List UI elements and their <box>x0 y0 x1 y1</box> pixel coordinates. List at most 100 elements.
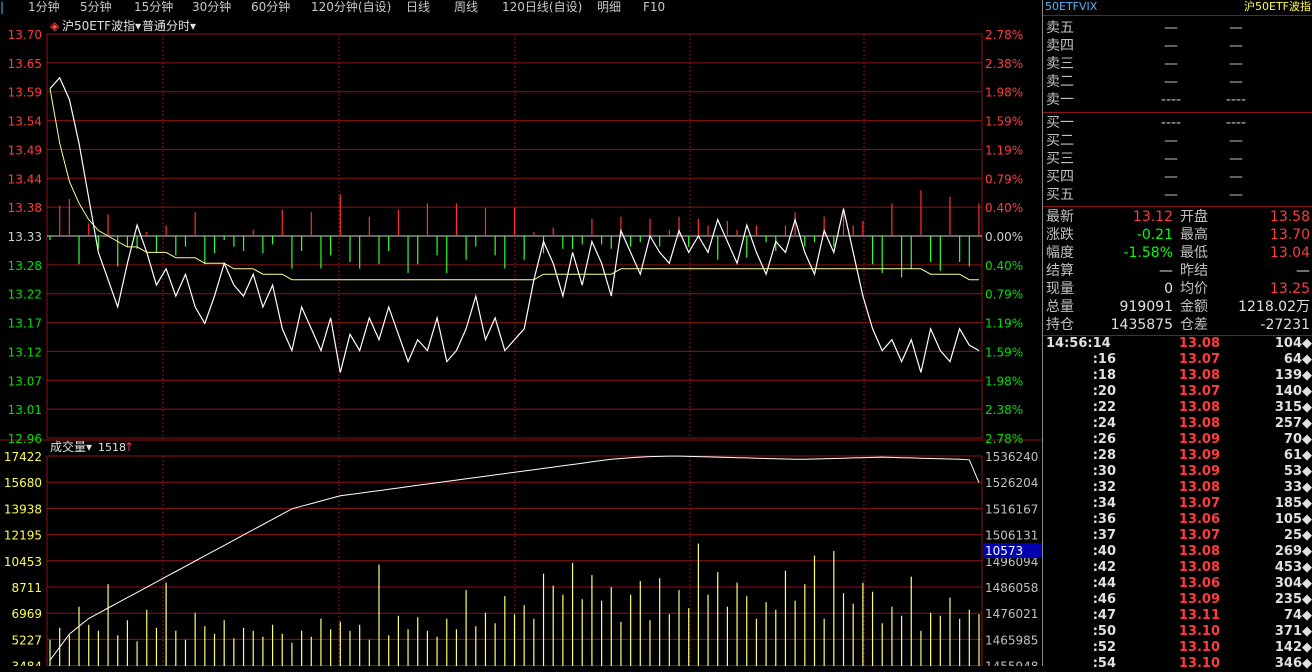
price-tick-label: 13.70 <box>8 28 42 42</box>
price-tick-label: 13.33 <box>8 230 42 244</box>
tick-row[interactable]: :40 13.08 269◆ <box>1046 544 1312 560</box>
tick-price: 13.09 <box>1178 448 1220 463</box>
order-book-row: 卖三 — — <box>1046 55 1310 73</box>
order-price: — <box>1164 187 1178 203</box>
toolbar-item-1[interactable]: 5分钟 <box>80 0 112 15</box>
tick-volume: 257◆ <box>1274 416 1312 431</box>
pct-tick-label: 2.78% <box>985 432 1023 446</box>
order-book-row: 卖一 ---- ---- <box>1046 91 1310 109</box>
pct-tick-label: 2.78% <box>985 28 1023 42</box>
stat-label: 最低 <box>1180 245 1208 261</box>
tick-volume: 371◆ <box>1274 624 1312 639</box>
tick-volume: 74◆ <box>1283 608 1312 623</box>
tick-row[interactable]: :18 13.08 139◆ <box>1046 368 1312 384</box>
order-level-label: 买五 <box>1046 187 1074 203</box>
tick-price: 13.08 <box>1178 368 1220 383</box>
tick-row[interactable]: :36 13.06 105◆ <box>1046 512 1312 528</box>
tick-row[interactable]: :16 13.07 64◆ <box>1046 352 1312 368</box>
stat-value: 1218.02万 <box>1238 299 1310 315</box>
order-price: — <box>1164 20 1178 36</box>
price-tick-label: 13.59 <box>8 86 42 100</box>
tick-time: :42 <box>1092 560 1116 575</box>
tick-row[interactable]: :52 13.10 142◆ <box>1046 640 1312 656</box>
order-book-row: 买五 — — <box>1046 186 1310 204</box>
tick-time: :32 <box>1092 480 1116 495</box>
tick-row[interactable]: :44 13.06 304◆ <box>1046 576 1312 592</box>
order-level-label: 卖三 <box>1046 56 1074 72</box>
order-price: — <box>1164 74 1178 90</box>
volume-tick-label: 12195 <box>4 529 42 543</box>
tick-row[interactable]: :26 13.09 70◆ <box>1046 432 1312 448</box>
stat-value: — <box>1296 263 1310 279</box>
pct-tick-label: 0.79% <box>985 288 1023 302</box>
tick-time: :20 <box>1092 384 1116 399</box>
toolbar-item-9[interactable]: 明细 <box>597 0 621 15</box>
toolbar-item-7[interactable]: 周线 <box>454 0 478 15</box>
price-tick-label: 12.96 <box>8 432 42 446</box>
pct-tick-label: 0.79% <box>985 172 1023 186</box>
tick-row[interactable]: :32 13.08 33◆ <box>1046 480 1312 496</box>
intraday-chart[interactable]: 13.70 2.78% 13.65 2.38% 13.59 1.98% 13.54 1.59%… <box>0 16 1042 666</box>
cum-volume-tick-label: 1536240 <box>985 450 1038 464</box>
stat-label: 幅度 <box>1046 245 1074 261</box>
order-book-row: 卖二 — — <box>1046 73 1310 91</box>
tick-time: :44 <box>1092 576 1116 591</box>
tick-volume: 105◆ <box>1274 512 1312 527</box>
order-level-label: 买二 <box>1046 133 1074 149</box>
tick-price: 13.07 <box>1178 384 1220 399</box>
price-tick-label: 13.38 <box>8 201 42 215</box>
tick-row[interactable]: :46 13.09 235◆ <box>1046 592 1312 608</box>
toolbar-item-8[interactable]: 120日线(自设) <box>502 0 582 15</box>
price-tick-label: 13.01 <box>8 403 42 417</box>
stat-label: 现量 <box>1046 281 1074 297</box>
tick-volume: 140◆ <box>1274 384 1312 399</box>
toolbar-item-5[interactable]: 120分钟(自设) <box>311 0 391 15</box>
order-volume: — <box>1229 151 1243 167</box>
price-tick-label: 13.12 <box>8 345 42 359</box>
tick-row[interactable]: :30 13.09 53◆ <box>1046 464 1312 480</box>
toolbar-item-10[interactable]: F10 <box>643 0 665 15</box>
tick-row[interactable]: :34 13.07 185◆ <box>1046 496 1312 512</box>
volume-tick-label: 15680 <box>4 476 42 490</box>
cum-volume-tick-label: 1526204 <box>985 476 1038 490</box>
order-level-label: 卖一 <box>1046 92 1074 108</box>
tick-row[interactable]: :24 13.08 257◆ <box>1046 416 1312 432</box>
volume-tick-label: 3484 <box>11 660 42 666</box>
tick-row[interactable]: :20 13.07 140◆ <box>1046 384 1312 400</box>
order-volume: — <box>1229 187 1243 203</box>
tick-row[interactable]: :50 13.10 371◆ <box>1046 624 1312 640</box>
stat-value: 0 <box>1164 281 1173 297</box>
tick-row[interactable]: :42 13.08 453◆ <box>1046 560 1312 576</box>
stat-row: 最新 13.12 开盘 13.58 <box>1046 208 1310 226</box>
cum-volume-tick-label: 1476021 <box>985 607 1038 621</box>
pct-tick-label: 1.98% <box>985 86 1023 100</box>
tick-row[interactable]: :28 13.09 61◆ <box>1046 448 1312 464</box>
pct-tick-label: 1.19% <box>985 317 1023 331</box>
tick-volume: 33◆ <box>1283 480 1312 495</box>
tick-row[interactable]: :54 13.10 346◆ <box>1046 656 1312 672</box>
toolbar-item-4[interactable]: 60分钟 <box>251 0 290 15</box>
toolbar-item-0[interactable]: 1分钟 <box>28 0 60 15</box>
tick-volume: 70◆ <box>1283 432 1312 447</box>
tick-volume: 185◆ <box>1274 496 1312 511</box>
toolbar-item-2[interactable]: 15分钟 <box>134 0 173 15</box>
tick-price: 13.06 <box>1178 576 1220 591</box>
price-tick-label: 13.07 <box>8 374 42 388</box>
tick-row[interactable]: 14:56:14 13.08 104◆ <box>1046 336 1312 352</box>
order-level-label: 卖四 <box>1046 38 1074 54</box>
tick-row[interactable]: :37 13.07 25◆ <box>1046 528 1312 544</box>
stat-label: 持仓 <box>1046 317 1074 333</box>
tick-time: :54 <box>1092 656 1116 671</box>
tick-row[interactable]: :47 13.11 74◆ <box>1046 608 1312 624</box>
tick-time: :50 <box>1092 624 1116 639</box>
toolbar-item-3[interactable]: 30分钟 <box>192 0 231 15</box>
order-volume: — <box>1229 74 1243 90</box>
quote-code: 50ETFVIX <box>1045 0 1098 13</box>
tick-row[interactable]: :22 13.08 315◆ <box>1046 400 1312 416</box>
tick-volume: 139◆ <box>1274 368 1312 383</box>
stat-value: 13.58 <box>1269 209 1310 225</box>
price-tick-label: 13.44 <box>8 172 42 186</box>
order-level-label: 买四 <box>1046 169 1074 185</box>
toolbar-item-6[interactable]: 日线 <box>406 0 430 15</box>
tick-volume: 25◆ <box>1283 528 1312 543</box>
